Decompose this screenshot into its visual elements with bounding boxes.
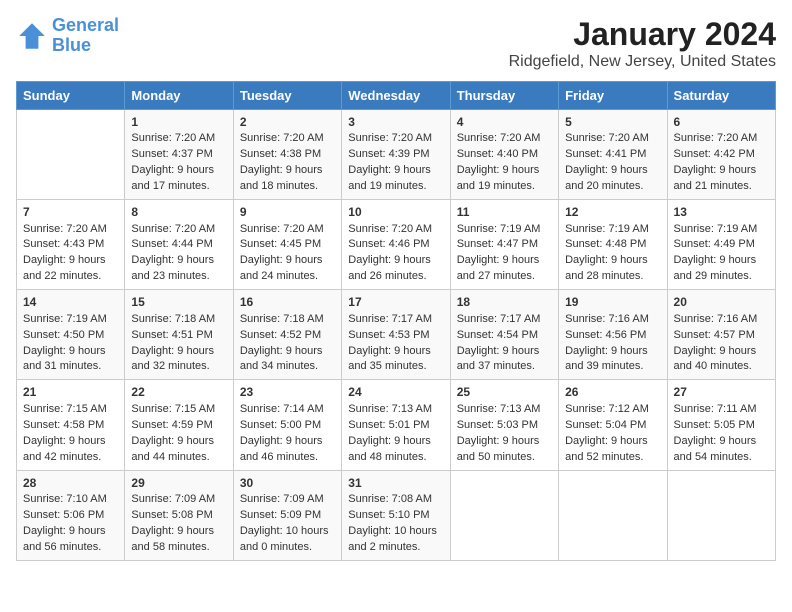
- day-cell: 26Sunrise: 7:12 AMSunset: 5:04 PMDayligh…: [559, 380, 667, 470]
- day-cell: 16Sunrise: 7:18 AMSunset: 4:52 PMDayligh…: [233, 290, 341, 380]
- day-cell: 24Sunrise: 7:13 AMSunset: 5:01 PMDayligh…: [342, 380, 450, 470]
- day-cell: 18Sunrise: 7:17 AMSunset: 4:54 PMDayligh…: [450, 290, 558, 380]
- day-number: 28: [23, 475, 118, 492]
- day-number: 3: [348, 114, 443, 131]
- day-cell: 3Sunrise: 7:20 AMSunset: 4:39 PMDaylight…: [342, 110, 450, 200]
- day-cell: [17, 110, 125, 200]
- day-cell: 8Sunrise: 7:20 AMSunset: 4:44 PMDaylight…: [125, 200, 233, 290]
- day-number: 23: [240, 384, 335, 401]
- day-number: 17: [348, 294, 443, 311]
- day-number: 30: [240, 475, 335, 492]
- header-row: SundayMondayTuesdayWednesdayThursdayFrid…: [17, 82, 776, 110]
- day-cell: 7Sunrise: 7:20 AMSunset: 4:43 PMDaylight…: [17, 200, 125, 290]
- day-cell: 21Sunrise: 7:15 AMSunset: 4:58 PMDayligh…: [17, 380, 125, 470]
- day-number: 11: [457, 204, 552, 221]
- day-header-friday: Friday: [559, 82, 667, 110]
- day-cell: 2Sunrise: 7:20 AMSunset: 4:38 PMDaylight…: [233, 110, 341, 200]
- day-number: 2: [240, 114, 335, 131]
- week-row-2: 7Sunrise: 7:20 AMSunset: 4:43 PMDaylight…: [17, 200, 776, 290]
- page-header: General Blue January 2024 Ridgefield, Ne…: [16, 16, 776, 71]
- logo-line2: Blue: [52, 35, 91, 55]
- day-number: 1: [131, 114, 226, 131]
- day-number: 16: [240, 294, 335, 311]
- day-number: 8: [131, 204, 226, 221]
- day-header-tuesday: Tuesday: [233, 82, 341, 110]
- logo-line1: General: [52, 15, 119, 35]
- day-cell: 23Sunrise: 7:14 AMSunset: 5:00 PMDayligh…: [233, 380, 341, 470]
- day-header-wednesday: Wednesday: [342, 82, 450, 110]
- day-cell: 4Sunrise: 7:20 AMSunset: 4:40 PMDaylight…: [450, 110, 558, 200]
- day-number: 24: [348, 384, 443, 401]
- day-number: 29: [131, 475, 226, 492]
- day-number: 7: [23, 204, 118, 221]
- week-row-3: 14Sunrise: 7:19 AMSunset: 4:50 PMDayligh…: [17, 290, 776, 380]
- day-number: 22: [131, 384, 226, 401]
- logo-text: General Blue: [52, 16, 119, 56]
- day-header-thursday: Thursday: [450, 82, 558, 110]
- calendar-table: SundayMondayTuesdayWednesdayThursdayFrid…: [16, 81, 776, 561]
- day-number: 26: [565, 384, 660, 401]
- day-cell: 19Sunrise: 7:16 AMSunset: 4:56 PMDayligh…: [559, 290, 667, 380]
- day-cell: 20Sunrise: 7:16 AMSunset: 4:57 PMDayligh…: [667, 290, 775, 380]
- day-cell: 30Sunrise: 7:09 AMSunset: 5:09 PMDayligh…: [233, 470, 341, 560]
- day-cell: [667, 470, 775, 560]
- day-cell: 31Sunrise: 7:08 AMSunset: 5:10 PMDayligh…: [342, 470, 450, 560]
- title-block: January 2024 Ridgefield, New Jersey, Uni…: [509, 16, 776, 71]
- day-number: 21: [23, 384, 118, 401]
- day-number: 31: [348, 475, 443, 492]
- day-number: 20: [674, 294, 769, 311]
- day-number: 10: [348, 204, 443, 221]
- day-cell: 6Sunrise: 7:20 AMSunset: 4:42 PMDaylight…: [667, 110, 775, 200]
- day-number: 19: [565, 294, 660, 311]
- logo: General Blue: [16, 16, 119, 56]
- day-cell: 25Sunrise: 7:13 AMSunset: 5:03 PMDayligh…: [450, 380, 558, 470]
- day-cell: 29Sunrise: 7:09 AMSunset: 5:08 PMDayligh…: [125, 470, 233, 560]
- day-cell: 14Sunrise: 7:19 AMSunset: 4:50 PMDayligh…: [17, 290, 125, 380]
- day-cell: 28Sunrise: 7:10 AMSunset: 5:06 PMDayligh…: [17, 470, 125, 560]
- day-header-sunday: Sunday: [17, 82, 125, 110]
- day-cell: 12Sunrise: 7:19 AMSunset: 4:48 PMDayligh…: [559, 200, 667, 290]
- day-cell: 22Sunrise: 7:15 AMSunset: 4:59 PMDayligh…: [125, 380, 233, 470]
- week-row-4: 21Sunrise: 7:15 AMSunset: 4:58 PMDayligh…: [17, 380, 776, 470]
- week-row-1: 1Sunrise: 7:20 AMSunset: 4:37 PMDaylight…: [17, 110, 776, 200]
- day-number: 13: [674, 204, 769, 221]
- day-number: 25: [457, 384, 552, 401]
- day-cell: [450, 470, 558, 560]
- day-number: 5: [565, 114, 660, 131]
- day-number: 4: [457, 114, 552, 131]
- day-number: 15: [131, 294, 226, 311]
- calendar-title: January 2024: [509, 16, 776, 53]
- day-cell: 11Sunrise: 7:19 AMSunset: 4:47 PMDayligh…: [450, 200, 558, 290]
- day-cell: 27Sunrise: 7:11 AMSunset: 5:05 PMDayligh…: [667, 380, 775, 470]
- day-cell: 10Sunrise: 7:20 AMSunset: 4:46 PMDayligh…: [342, 200, 450, 290]
- day-cell: [559, 470, 667, 560]
- day-cell: 17Sunrise: 7:17 AMSunset: 4:53 PMDayligh…: [342, 290, 450, 380]
- day-number: 18: [457, 294, 552, 311]
- day-number: 6: [674, 114, 769, 131]
- day-cell: 5Sunrise: 7:20 AMSunset: 4:41 PMDaylight…: [559, 110, 667, 200]
- day-number: 12: [565, 204, 660, 221]
- day-cell: 1Sunrise: 7:20 AMSunset: 4:37 PMDaylight…: [125, 110, 233, 200]
- day-header-saturday: Saturday: [667, 82, 775, 110]
- day-number: 14: [23, 294, 118, 311]
- day-number: 9: [240, 204, 335, 221]
- day-header-monday: Monday: [125, 82, 233, 110]
- logo-icon: [16, 20, 48, 52]
- day-number: 27: [674, 384, 769, 401]
- calendar-subtitle: Ridgefield, New Jersey, United States: [509, 53, 776, 71]
- day-cell: 15Sunrise: 7:18 AMSunset: 4:51 PMDayligh…: [125, 290, 233, 380]
- day-cell: 9Sunrise: 7:20 AMSunset: 4:45 PMDaylight…: [233, 200, 341, 290]
- week-row-5: 28Sunrise: 7:10 AMSunset: 5:06 PMDayligh…: [17, 470, 776, 560]
- day-cell: 13Sunrise: 7:19 AMSunset: 4:49 PMDayligh…: [667, 200, 775, 290]
